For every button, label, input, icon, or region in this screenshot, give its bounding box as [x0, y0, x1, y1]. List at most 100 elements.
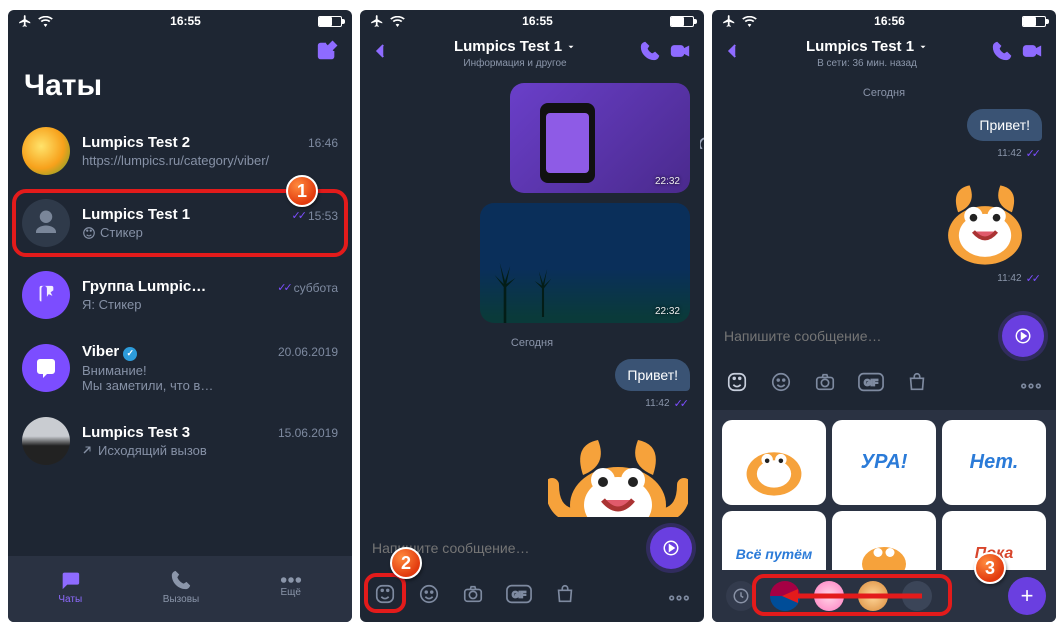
video-call-icon[interactable] [668, 41, 692, 66]
phone-1: 16:55 Чаты Lumpics Test 2 16:46 https://… [8, 10, 352, 622]
tutorial-arrow-icon [782, 588, 922, 604]
sticker-pack[interactable] [902, 581, 932, 611]
more-icon[interactable] [668, 588, 690, 606]
chat-time: 16:46 [308, 136, 338, 150]
message-meta: 11:42✓✓ [645, 397, 686, 410]
sticker-option[interactable]: Всё путём [722, 511, 826, 570]
chat-preview: Внимание! Мы заметили, что в… [82, 363, 338, 393]
compose-icon[interactable] [316, 40, 338, 67]
message-input[interactable] [724, 328, 992, 344]
sticker-picker-icon[interactable] [374, 583, 396, 610]
chat-item[interactable]: Группа Lumpic… ✓✓суббота Я: Стикер [8, 259, 352, 331]
date-separator: Сегодня [722, 87, 1046, 99]
status-time: 16:56 [874, 14, 905, 28]
conversation-title[interactable]: Lumpics Test 1 [454, 38, 576, 55]
chat-item[interactable]: Viber✓ 20.06.2019 Внимание! Мы заметили,… [8, 331, 352, 405]
sticker-option[interactable]: УРА! [832, 420, 936, 505]
chat-time: ✓✓суббота [277, 281, 338, 295]
back-icon[interactable] [372, 42, 390, 65]
tab-calls[interactable]: Вызовы [163, 569, 199, 605]
sticker-pack[interactable] [770, 581, 800, 611]
conversation-title[interactable]: Lumpics Test 1 [806, 38, 928, 55]
send-button[interactable] [1002, 315, 1044, 357]
sticker-option[interactable] [832, 511, 936, 570]
message-area: 22:32 22:32 Сегодня Привет! 11:42✓✓ [360, 75, 704, 517]
airplane-icon [18, 14, 32, 28]
message-bubble[interactable]: Привет! [967, 109, 1042, 141]
svg-text:GIF: GIF [864, 378, 878, 388]
sticker-icon [82, 226, 96, 240]
media-time: 22:32 [655, 176, 680, 187]
message-bubble[interactable]: Привет! [615, 359, 690, 391]
add-pack-button[interactable]: + [1008, 577, 1046, 615]
attachment-toolbar: GIF 2 [360, 577, 704, 622]
airplane-icon [370, 14, 384, 28]
emoji-icon[interactable] [418, 583, 440, 610]
phone-2: 16:55 Lumpics Test 1 Информация и другое… [360, 10, 704, 622]
recent-pack-icon[interactable] [726, 581, 756, 611]
chat-preview: Исходящий вызов [82, 443, 338, 458]
shop-icon[interactable] [554, 583, 576, 610]
shop-icon[interactable] [906, 371, 928, 398]
emoji-icon[interactable] [770, 371, 792, 398]
tab-more[interactable]: Ещё [280, 576, 302, 598]
message-meta: 11:42✓✓ [997, 272, 1038, 285]
chat-item-selected[interactable]: Lumpics Test 1 ✓✓15:53 Стикер 1 [8, 187, 352, 259]
media-message[interactable]: 22:32 [510, 83, 690, 193]
sticker-picker-icon[interactable] [726, 371, 748, 398]
media-time: 22:32 [655, 306, 680, 317]
more-icon[interactable] [1020, 376, 1042, 394]
chat-name: Lumpics Test 2 [82, 134, 190, 151]
forward-icon[interactable] [700, 127, 704, 154]
message-meta: 11:42✓✓ [997, 147, 1038, 160]
sticker-message[interactable] [548, 420, 688, 517]
sticker-pack[interactable] [858, 581, 888, 611]
status-time: 16:55 [170, 14, 201, 28]
chat-preview: Я: Стикер [82, 297, 338, 312]
status-bar: 16:56 [712, 10, 1056, 32]
sticker-message[interactable] [930, 170, 1040, 270]
date-separator: Сегодня [370, 337, 694, 349]
send-button[interactable] [650, 527, 692, 569]
message-area: Сегодня Привет! 11:42✓✓ 11:42✓✓ [712, 75, 1056, 305]
status-time: 16:55 [522, 14, 553, 28]
tab-chats[interactable]: Чаты [58, 569, 82, 605]
gif-icon[interactable]: GIF [506, 584, 532, 609]
sticker-option[interactable]: Нет. [942, 420, 1046, 505]
chat-preview: https://lumpics.ru/category/viber/ [82, 153, 338, 168]
page-title: Чаты [8, 67, 352, 115]
tab-label: Ещё [281, 587, 301, 598]
wifi-icon [390, 16, 405, 27]
media-message[interactable]: 22:32 [480, 203, 690, 323]
step-marker-1: 1 [286, 175, 318, 207]
call-icon[interactable] [992, 41, 1012, 66]
read-ticks-icon: ✓✓ [292, 209, 304, 222]
conversation-subtitle: В сети: 36 мин. назад [750, 58, 984, 69]
phone-3: 16:56 Lumpics Test 1 В сети: 36 мин. наз… [712, 10, 1056, 622]
chat-preview: Стикер [82, 225, 338, 240]
camera-icon[interactable] [814, 371, 836, 398]
outgoing-call-icon [82, 444, 94, 456]
airplane-icon [722, 14, 736, 28]
chat-time: ✓✓15:53 [292, 209, 338, 223]
sticker-drawer[interactable]: УРА! Нет. Всё путём Пока [712, 410, 1056, 570]
conversation-header: Lumpics Test 1 Информация и другое [360, 32, 704, 75]
wifi-icon [742, 16, 757, 27]
svg-text:GIF: GIF [512, 590, 526, 600]
battery-icon [318, 16, 342, 27]
step-marker-3: 3 [974, 552, 1006, 584]
chat-item[interactable]: Lumpics Test 3 15.06.2019 Исходящий вызо… [8, 405, 352, 477]
sticker-pack[interactable] [814, 581, 844, 611]
chat-time: 15.06.2019 [278, 426, 338, 440]
attachment-toolbar: GIF [712, 365, 1056, 410]
video-call-icon[interactable] [1020, 41, 1044, 66]
sticker-pack-tabs: + 3 [712, 570, 1056, 622]
camera-icon[interactable] [462, 583, 484, 610]
back-icon[interactable] [724, 42, 742, 65]
gif-icon[interactable]: GIF [858, 372, 884, 397]
call-icon[interactable] [640, 41, 660, 66]
sticker-option[interactable] [722, 420, 826, 505]
chat-time: 20.06.2019 [278, 345, 338, 359]
chat-name: Группа Lumpic… [82, 278, 206, 295]
conversation-subtitle: Информация и другое [398, 58, 632, 69]
